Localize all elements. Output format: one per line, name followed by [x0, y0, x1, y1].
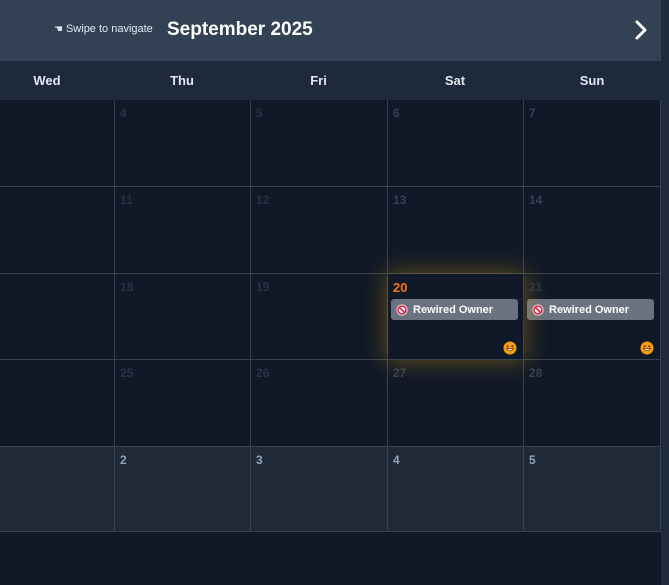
day-cell[interactable]: 6: [388, 100, 524, 187]
weekday-label: Wed: [33, 73, 61, 88]
day-cell[interactable]: 12: [251, 187, 388, 274]
weekday-label: Sat: [444, 73, 466, 88]
day-cell[interactable]: 26: [251, 360, 388, 447]
day-cell[interactable]: 19: [251, 274, 388, 360]
calendar-header: ☚ Swipe to navigate September 2025: [0, 0, 661, 61]
pointing-hand-icon: ☚: [54, 23, 63, 35]
day-cell[interactable]: 7: [524, 100, 661, 187]
day-cell[interactable]: 11: [115, 187, 251, 274]
day-cell-next-month[interactable]: 4: [388, 447, 524, 532]
day-cell-today[interactable]: 20 Rewired Owner: [388, 274, 524, 360]
day-number: 6: [393, 106, 400, 120]
day-cell-next-month[interactable]: 5: [524, 447, 661, 532]
day-number: 26: [256, 366, 270, 380]
day-number: 27: [393, 366, 407, 380]
calendar-grid: 4 5 6 7 11 12 13 14 18 19 20 Rewired Own…: [0, 100, 661, 532]
chevron-right-icon: [635, 20, 647, 40]
day-cell[interactable]: [0, 360, 115, 447]
day-number: 4: [393, 453, 400, 467]
day-cell[interactable]: 18: [115, 274, 251, 360]
day-number: 14: [529, 193, 543, 207]
day-cell-next-month[interactable]: 2: [115, 447, 251, 532]
day-number: 5: [256, 106, 263, 120]
day-number: 5: [529, 453, 536, 467]
day-cell[interactable]: 28: [524, 360, 661, 447]
month-title: September 2025: [167, 19, 313, 40]
event-title: Rewired Owner: [549, 303, 630, 316]
day-number: 11: [120, 193, 133, 207]
today-day-number: 20: [393, 280, 408, 295]
weekday-label: Sun: [579, 73, 605, 88]
day-number: 3: [256, 453, 263, 467]
event-chip[interactable]: Rewired Owner: [391, 299, 518, 320]
scrollbar-track: [661, 0, 669, 585]
weekday-header: Wed Thu Fri Sat Sun: [0, 61, 661, 100]
day-cell[interactable]: [0, 274, 115, 360]
ban-icon: [532, 304, 544, 315]
weekday-label: Fri: [310, 73, 327, 88]
day-cell[interactable]: 5: [251, 100, 388, 187]
day-number: 13: [393, 193, 407, 207]
day-cell[interactable]: 25: [115, 360, 251, 447]
day-cell[interactable]: [0, 100, 115, 187]
day-number: 2: [120, 453, 127, 467]
weekday-label: Thu: [170, 73, 194, 88]
ban-icon: [396, 304, 408, 315]
day-cell[interactable]: 14: [524, 187, 661, 274]
next-month-button[interactable]: [628, 15, 654, 45]
day-number: 25: [120, 366, 134, 380]
event-chip[interactable]: Rewired Owner: [527, 299, 654, 320]
day-number: 18: [120, 280, 134, 294]
day-number: 19: [256, 280, 270, 294]
swipe-hint-label: Swipe to navigate: [65, 23, 153, 35]
day-number: 21: [529, 280, 543, 294]
day-number: 12: [256, 193, 270, 207]
day-number: 4: [120, 106, 127, 120]
day-cell-next-month[interactable]: [0, 447, 115, 532]
day-cell[interactable]: 4: [115, 100, 251, 187]
day-cell[interactable]: 21 Rewired Owner: [524, 274, 661, 360]
calendar-footer-space: [0, 532, 661, 585]
event-title: Rewired Owner: [413, 303, 494, 316]
day-number: 7: [529, 106, 536, 120]
day-cell[interactable]: 27: [388, 360, 524, 447]
day-number: 28: [529, 366, 543, 380]
grinning-face-icon: [503, 341, 517, 355]
day-cell[interactable]: 13: [388, 187, 524, 274]
day-cell[interactable]: [0, 187, 115, 274]
swipe-hint: ☚ Swipe to navigate: [54, 23, 153, 35]
grinning-face-icon: [640, 341, 654, 355]
day-cell-next-month[interactable]: 3: [251, 447, 388, 532]
